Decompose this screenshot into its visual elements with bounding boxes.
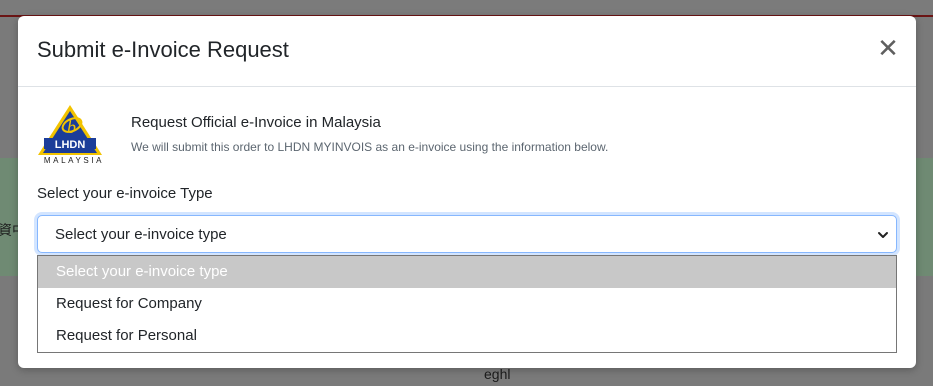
logo-label-top: LHDN [55,139,86,151]
option-personal[interactable]: Request for Personal [38,320,896,352]
option-placeholder[interactable]: Select your e-invoice type [38,256,896,288]
close-button[interactable]: ✕ [876,36,900,62]
einvoice-type-label: Select your e-invoice Type [37,185,213,202]
background-topbar [0,0,933,17]
select-current-value: Select your e-invoice type [55,226,227,243]
logo-label-bottom: MALAYSIA [43,156,105,165]
background-footer-text: eghl [484,366,511,382]
lhdn-logo-emblem: b LHDN [38,105,102,155]
info-title: Request Official e-Invoice in Malaysia [131,114,381,131]
svg-text:b: b [67,117,76,137]
modal-header: Submit e-Invoice Request ✕ [18,16,916,87]
chevron-down-icon [878,232,888,238]
lhdn-logo: b LHDN MALAYSIA [34,103,114,165]
modal-title: Submit e-Invoice Request [37,37,289,62]
einvoice-type-dropdown: Select your e-invoice type Request for C… [37,255,897,353]
option-company[interactable]: Request for Company [38,288,896,320]
close-icon: ✕ [877,34,899,64]
einvoice-modal: Submit e-Invoice Request ✕ b LHDN MALAYS… [18,16,916,368]
einvoice-type-select[interactable]: Select your e-invoice type [37,215,897,253]
info-subtitle: We will submit this order to LHDN MYINVO… [131,140,609,154]
